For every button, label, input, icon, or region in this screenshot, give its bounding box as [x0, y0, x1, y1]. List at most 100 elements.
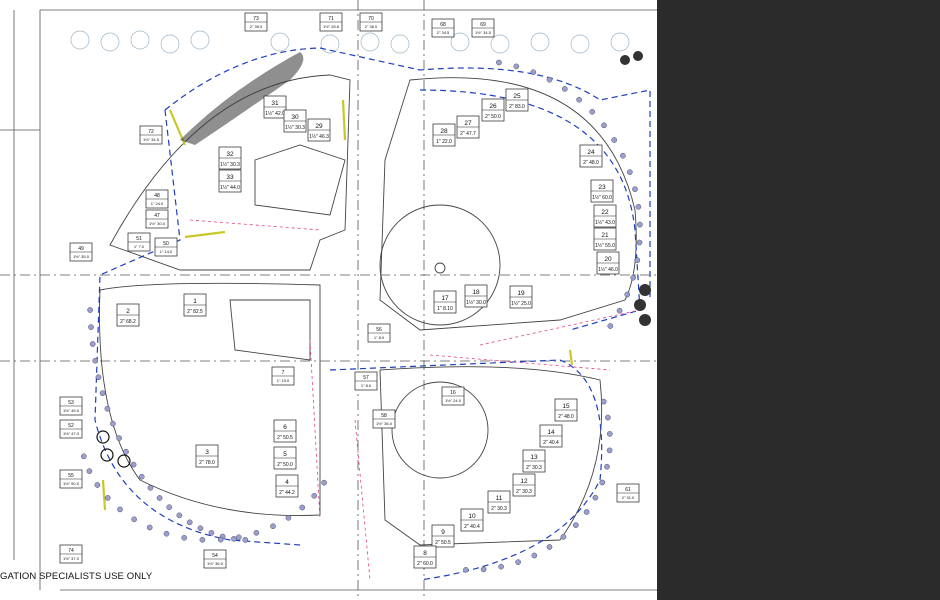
zone-tag-22-number: 22	[601, 209, 609, 216]
zone-tag-54-spec: 1½" 36.0	[207, 561, 224, 566]
sprinkler-head	[163, 530, 170, 537]
zone-tag-10-number: 10	[468, 513, 476, 520]
zone-tag-30-number: 30	[291, 114, 299, 121]
zone-tag-1: 1 2" 82.5	[183, 293, 207, 317]
zone-tag-49-spec: 1½" 35.0	[73, 254, 90, 259]
irrigation-plan-sheet[interactable]: 73 2" 39.0 71 1½" 28.8 70 2" 36.0 68 2" 34.5 69 1…	[0, 0, 657, 600]
sprinkler-head	[607, 323, 614, 329]
zone-tag-12-number: 12	[520, 478, 528, 485]
sprinkler-head	[636, 239, 643, 246]
zone-tag-52-spec: 1½" 47.0	[63, 431, 80, 436]
ref-tag-68-spec: 2" 34.5	[437, 30, 450, 35]
sprinkler-head	[156, 495, 163, 501]
sprinkler-head	[635, 203, 642, 210]
zone-tag-7-spec: 1" 19.0	[277, 378, 290, 383]
sprinkler-head	[498, 563, 504, 570]
zone-tag-55-spec: 1½" 50.0	[63, 481, 80, 486]
sprinkler-head	[94, 482, 101, 488]
zone-tag-17: 17 1" 8.10	[433, 290, 457, 314]
sprinkler-head	[531, 552, 538, 559]
zone-tag-48: 48 1" 24.0	[145, 189, 169, 209]
sprinkler-head	[117, 506, 123, 513]
zone-tag-32-number: 32	[226, 151, 234, 158]
zone-tag-11-number: 11	[496, 495, 503, 502]
zone-tag-56: 56 1" 8.0	[367, 323, 391, 343]
zone-tag-19-spec: 1½" 25.0	[511, 300, 531, 307]
zone-tag-74: 74 1½" 37.0	[59, 544, 83, 564]
zone-tag-72-number: 72	[148, 129, 154, 135]
ref-tag-68-number: 68	[440, 22, 446, 28]
zone-tag-5-spec: 2" 50.0	[277, 462, 293, 468]
sprinkler-head	[104, 495, 111, 501]
sprinkler-head	[630, 274, 637, 281]
sprinkler-heads	[81, 59, 643, 573]
sprinkler-head	[116, 435, 122, 441]
zone-tag-21-number: 21	[601, 232, 609, 239]
sprinkler-head	[299, 504, 306, 511]
sprinkler-head	[616, 307, 623, 314]
zone-tag-47: 47 1½" 30.0	[145, 209, 169, 229]
sprinkler-head	[604, 463, 610, 470]
zone-tag-32-spec: 1½" 30.3	[220, 161, 240, 168]
ref-tag-70-number: 70	[368, 16, 374, 22]
sprinkler-head	[599, 479, 606, 486]
sprinkler-head	[624, 291, 631, 298]
sprinkler-head	[81, 453, 87, 460]
ref-tag-69-spec: 1½" 34.5	[475, 30, 492, 35]
sprinkler-head	[576, 96, 582, 103]
zone-tag-55: 55 1½" 50.0	[59, 469, 83, 489]
zone-tag-14-spec: 2" 40.4	[543, 440, 559, 446]
zone-tag-15: 15 2" 48.0	[554, 398, 578, 422]
sprinkler-head	[92, 357, 98, 364]
zone-tag-58: 58 1½" 36.0	[372, 409, 396, 429]
sprinkler-head	[231, 536, 237, 542]
zone-tag-20-number: 20	[604, 256, 612, 263]
zone-tag-54: 54 1½" 36.0	[203, 549, 227, 569]
zone-tag-53-number: 53	[68, 400, 74, 406]
sprinkler-head	[634, 257, 641, 264]
ref-tag-71-number: 71	[328, 16, 334, 22]
sprinkler-head	[611, 137, 618, 143]
sprinkler-head	[627, 169, 633, 175]
zone-tag-21-spec: 1½" 55.0	[595, 242, 615, 249]
zone-tag-72: 72 1½" 34.5	[139, 125, 163, 145]
sprinkler-head	[130, 461, 137, 468]
zone-tag-26-number: 26	[489, 103, 497, 110]
zone-tag-26-spec: 2" 50.0	[485, 114, 501, 120]
sprinkler-head	[562, 86, 568, 92]
zone-tag-10-spec: 2" 40.4	[464, 524, 480, 530]
zone-tag-30-spec: 1½" 30.3	[285, 124, 305, 131]
footer-note: GATION SPECIALISTS USE ONLY	[0, 571, 153, 582]
sprinkler-head	[573, 522, 579, 528]
tree-row-top	[70, 30, 630, 54]
zone-tag-14: 14 2" 40.4	[539, 424, 563, 448]
sprinkler-head	[131, 516, 137, 523]
zone-tag-51-spec: 1" 7.0	[134, 244, 145, 249]
sprinkler-head	[496, 59, 502, 66]
ref-tag-73-spec: 2" 39.0	[250, 24, 263, 29]
drip-lines	[101, 99, 574, 511]
zone-tag-58-spec: 1½" 36.0	[376, 421, 393, 426]
zone-tag-7-number: 7	[282, 370, 285, 376]
sprinkler-head	[86, 468, 93, 474]
zone-tag-52: 52 1½" 47.0	[59, 419, 83, 439]
zone-tag-9-number: 9	[441, 529, 445, 536]
zone-tag-16-spec: 1½" 24.0	[445, 398, 462, 403]
zone-tag-1-spec: 2" 82.5	[187, 309, 203, 315]
zone-tag-21: 21 1½" 55.0	[593, 227, 617, 251]
sprinkler-head	[104, 405, 111, 412]
zone-tag-8-spec: 2" 60.0	[417, 561, 433, 567]
sprinkler-head	[600, 398, 607, 405]
sprinkler-head	[480, 566, 487, 573]
zone-tag-31-spec: 1½" 42.0	[265, 110, 285, 117]
zone-tag-4: 4 2" 44.2	[275, 474, 299, 498]
zone-tag-55-number: 55	[68, 473, 74, 479]
zone-tag-51-number: 51	[136, 236, 142, 242]
zone-tag-20: 20 1½" 46.0	[596, 251, 620, 275]
zone-tag-28-spec: 1" 22.0	[436, 139, 452, 145]
zone-tag-48-number: 48	[154, 193, 160, 199]
sprinkler-head	[515, 559, 521, 565]
zone-tag-72-spec: 1½" 34.5	[143, 137, 160, 142]
zone-tag-20-spec: 1½" 46.0	[598, 266, 618, 273]
sprinkler-head	[589, 109, 596, 115]
